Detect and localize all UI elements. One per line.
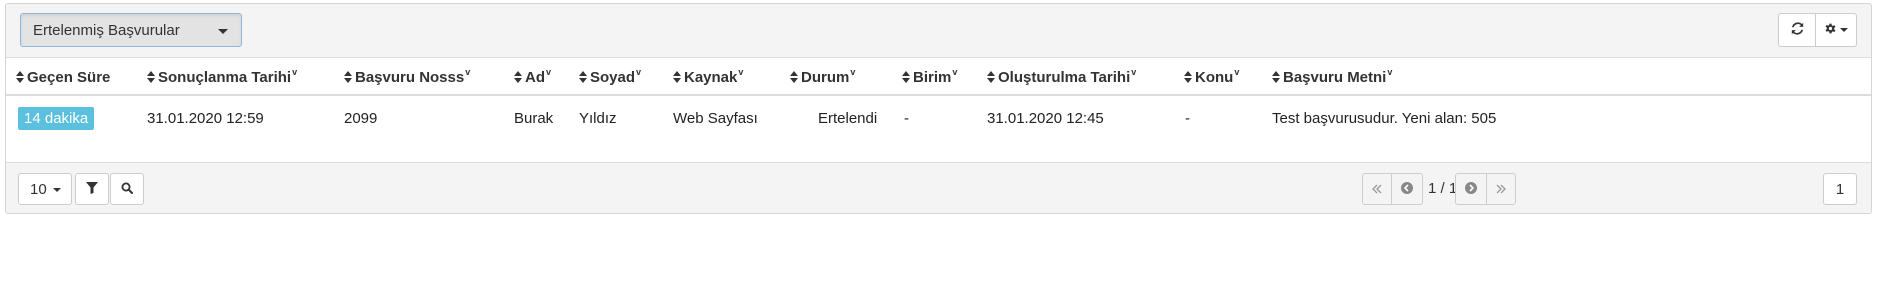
chevron-down-icon <box>1840 28 1848 32</box>
data-table: Geçen Süre Sonuçlanma Tarihi v Başvuru N… <box>6 57 1871 163</box>
filter-button[interactable] <box>75 173 109 205</box>
circle-chevron-left-icon <box>1401 181 1413 198</box>
filter-icon[interactable]: v <box>292 67 297 77</box>
column-label: Durum <box>801 69 850 86</box>
filter-icon[interactable]: v <box>952 67 957 77</box>
cell-status: Ertelendi <box>818 110 878 127</box>
chevron-down-icon <box>53 188 61 192</box>
column-label: Birim <box>913 69 952 86</box>
cell-application-text: Test başvurusudur. Yeni alan: 505 <box>1272 110 1497 127</box>
column-label: Soyad <box>590 69 636 86</box>
sort-icon <box>1184 71 1192 83</box>
cell-subject: - <box>1185 110 1190 127</box>
page-info: 1 / 1 <box>1428 180 1458 197</box>
column-header-application-text[interactable]: Başvuru Metni v <box>1272 67 1392 86</box>
page-number-input[interactable]: 1 <box>1823 173 1857 205</box>
cell-first-name: Burak <box>514 110 554 127</box>
list-panel: Ertelenmiş Başvurular Geçen Süre Sonuçla… <box>5 3 1872 214</box>
filter-icon[interactable]: v <box>465 67 470 77</box>
column-label: Geçen Süre <box>27 69 111 86</box>
refresh-icon <box>1791 21 1804 39</box>
column-label: Oluşturulma Tarihi <box>998 69 1131 86</box>
sort-icon <box>514 71 522 83</box>
column-label: Sonuçlanma Tarihi <box>158 69 292 86</box>
first-page-button[interactable] <box>1362 173 1392 205</box>
cell-source: Web Sayfası <box>673 110 758 127</box>
double-chevron-left-icon <box>1372 181 1382 198</box>
column-label: Başvuru Nosss <box>355 69 465 86</box>
cell-application-no: 2099 <box>344 110 378 127</box>
filter-icon[interactable]: v <box>1234 67 1239 77</box>
column-header-elapsed[interactable]: Geçen Süre <box>16 69 110 86</box>
elapsed-time-badge: 14 dakika <box>18 107 95 130</box>
circle-chevron-right-icon <box>1465 181 1477 198</box>
sort-icon <box>673 71 681 83</box>
sort-icon <box>344 71 352 83</box>
search-button[interactable] <box>110 173 144 205</box>
gear-icon <box>1824 22 1837 39</box>
column-header-source[interactable]: Kaynak v <box>673 67 743 86</box>
chevron-down-icon <box>218 29 228 34</box>
footer-toolbar: 10 1 / 1 1 <box>6 161 1871 215</box>
sort-icon <box>902 71 910 83</box>
filter-icon[interactable]: v <box>636 67 641 77</box>
sort-icon <box>1272 71 1280 83</box>
column-label: Ad <box>525 69 545 86</box>
search-icon <box>121 181 133 198</box>
column-header-first-name[interactable]: Ad v <box>514 67 551 86</box>
sort-icon <box>147 71 155 83</box>
previous-page-button[interactable] <box>1391 173 1423 205</box>
top-toolbar: Ertelenmiş Başvurular <box>6 4 1871 60</box>
filter-icon[interactable]: v <box>546 67 551 77</box>
column-label: Konu <box>1195 69 1234 86</box>
column-header-subject[interactable]: Konu v <box>1184 67 1239 86</box>
column-header-status[interactable]: Durum v <box>790 67 855 86</box>
refresh-button[interactable] <box>1778 13 1816 47</box>
page-size-value: 10 <box>30 180 47 198</box>
view-selector-label: Ertelenmiş Başvurular <box>33 21 180 39</box>
sort-icon <box>579 71 587 83</box>
column-header-result-date[interactable]: Sonuçlanma Tarihi v <box>147 67 297 86</box>
column-label: Başvuru Metni <box>1283 69 1387 86</box>
sort-icon <box>790 71 798 83</box>
next-page-button[interactable] <box>1455 173 1487 205</box>
cell-last-name: Yıldız <box>579 110 617 127</box>
filter-icon[interactable]: v <box>738 67 743 77</box>
table-header: Geçen Süre Sonuçlanma Tarihi v Başvuru N… <box>6 58 1871 96</box>
settings-dropdown-button[interactable] <box>1815 13 1857 47</box>
sort-icon <box>987 71 995 83</box>
last-page-button[interactable] <box>1486 173 1516 205</box>
column-header-created-date[interactable]: Oluşturulma Tarihi v <box>987 67 1136 86</box>
cell-result-date: 31.01.2020 12:59 <box>147 110 264 127</box>
toolbar-actions <box>1778 13 1857 47</box>
filter-icon[interactable]: v <box>850 67 855 77</box>
column-label: Kaynak <box>684 69 738 86</box>
column-header-unit[interactable]: Birim v <box>902 67 957 86</box>
filter-icon <box>86 181 98 198</box>
view-selector-dropdown[interactable]: Ertelenmiş Başvurular <box>20 13 242 47</box>
filter-icon[interactable]: v <box>1387 67 1392 77</box>
cell-created-date: 31.01.2020 12:45 <box>987 110 1104 127</box>
double-chevron-right-icon <box>1496 181 1506 198</box>
column-header-application-no[interactable]: Başvuru Nosss v <box>344 67 470 86</box>
cell-unit: - <box>904 110 909 127</box>
filter-icon[interactable]: v <box>1131 67 1136 77</box>
column-header-last-name[interactable]: Soyad v <box>579 67 641 86</box>
page-size-dropdown[interactable]: 10 <box>18 173 72 205</box>
sort-icon <box>16 71 24 83</box>
